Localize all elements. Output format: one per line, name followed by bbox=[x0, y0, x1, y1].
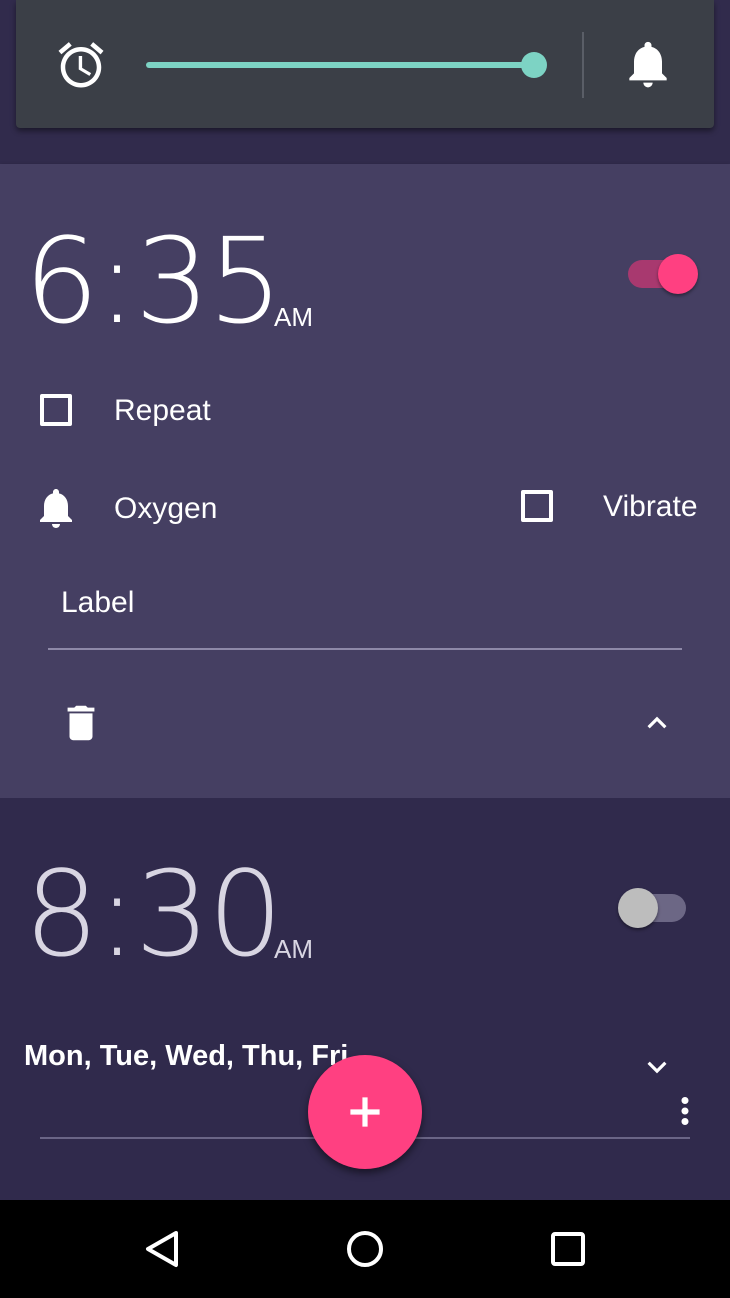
toggle-thumb bbox=[658, 254, 698, 294]
alarm-volume-thumb[interactable] bbox=[521, 52, 547, 78]
alarm-volume-track[interactable] bbox=[146, 62, 534, 68]
add-alarm-button[interactable] bbox=[308, 1055, 422, 1169]
alarm-period[interactable]: AM bbox=[274, 302, 313, 333]
back-icon[interactable] bbox=[142, 1229, 182, 1269]
alarm-clock-icon bbox=[58, 42, 104, 88]
alarm-time[interactable]: 8:30 bbox=[24, 855, 283, 973]
navigation-bar bbox=[0, 1200, 730, 1298]
repeat-checkbox[interactable] bbox=[40, 394, 72, 426]
label-input-underline bbox=[48, 648, 682, 650]
alarm-volume-panel bbox=[16, 0, 714, 128]
divider bbox=[582, 32, 584, 98]
repeat-label[interactable]: Repeat bbox=[114, 396, 211, 426]
repeat-days[interactable]: Mon, Tue, Wed, Thu, Fri bbox=[24, 1040, 348, 1073]
label-input[interactable]: Label bbox=[61, 588, 134, 618]
alarm-period[interactable]: AM bbox=[274, 934, 313, 965]
alarm-time[interactable]: 6:35 bbox=[24, 222, 283, 340]
bell-icon[interactable] bbox=[620, 36, 676, 92]
home-icon[interactable] bbox=[345, 1229, 385, 1269]
trash-icon[interactable] bbox=[58, 700, 104, 746]
vibrate-label[interactable]: Vibrate bbox=[603, 492, 698, 522]
vibrate-checkbox[interactable] bbox=[521, 490, 553, 522]
recents-icon[interactable] bbox=[548, 1229, 588, 1269]
toggle-thumb bbox=[618, 888, 658, 928]
ringtone-bell-icon[interactable] bbox=[32, 484, 80, 532]
chevron-up-icon[interactable] bbox=[638, 704, 676, 742]
ringtone-label[interactable]: Oxygen bbox=[114, 494, 217, 524]
more-vertical-icon[interactable] bbox=[664, 1090, 706, 1132]
chevron-down-icon[interactable] bbox=[638, 1048, 676, 1086]
plus-icon bbox=[350, 1097, 380, 1127]
